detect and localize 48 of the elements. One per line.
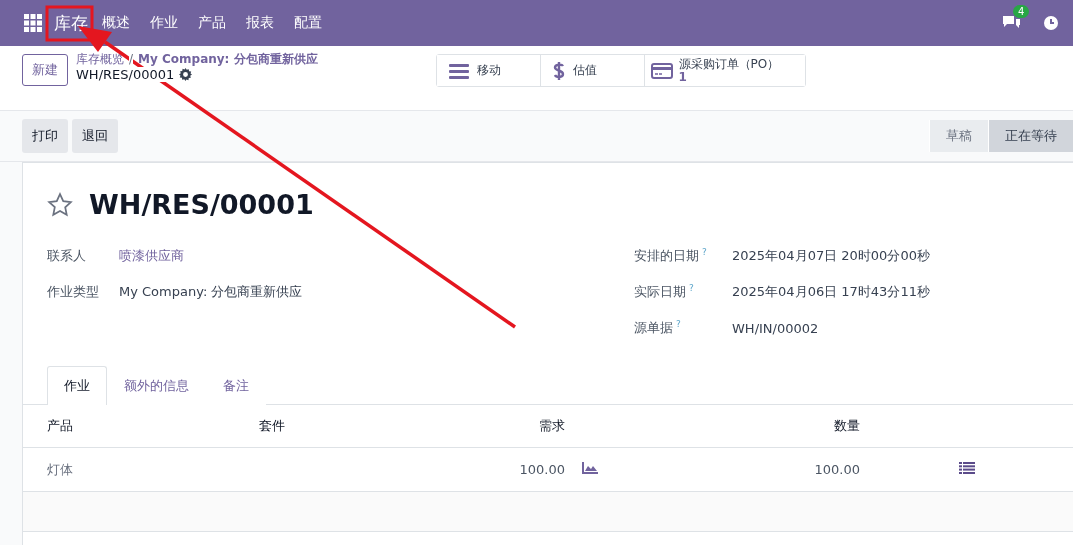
record-name: WH/RES/00001 bbox=[76, 67, 175, 82]
menu-item[interactable]: 概述 bbox=[102, 14, 130, 32]
field-label: 安排的日期 bbox=[634, 248, 699, 264]
table-cell: 100.00 bbox=[733, 447, 861, 492]
column-header[interactable]: 套件 bbox=[258, 405, 460, 448]
dollar-icon bbox=[552, 60, 565, 81]
action-button[interactable]: 退回 bbox=[72, 119, 118, 153]
help-tooltip[interactable]: ? bbox=[702, 246, 707, 257]
field-value: My Company: 分包商重新供应 bbox=[119, 283, 303, 301]
details-list-icon[interactable] bbox=[959, 462, 975, 474]
help-tooltip[interactable]: ? bbox=[689, 282, 694, 293]
menu-item[interactable]: 作业 bbox=[150, 14, 178, 32]
column-header[interactable]: 产品 bbox=[23, 405, 258, 448]
menu-item[interactable]: 配置 bbox=[294, 14, 322, 32]
breadcrumb-link[interactable]: 库存概览 bbox=[76, 52, 124, 67]
status-step[interactable]: 草稿 bbox=[929, 120, 988, 152]
field-label: 源单据 bbox=[634, 320, 673, 336]
notebook-tab[interactable]: 作业 bbox=[47, 366, 107, 405]
activity-icon[interactable] bbox=[1043, 15, 1059, 31]
credit-card-icon bbox=[650, 62, 673, 79]
breadcrumb-separator: / bbox=[129, 52, 134, 67]
field-label: 实际日期 bbox=[634, 284, 686, 300]
menu-item[interactable]: 报表 bbox=[246, 14, 274, 32]
smart-button[interactable]: 移动 bbox=[436, 55, 541, 86]
breadcrumb-link[interactable]: My Company: 分包商重新供应 bbox=[138, 52, 318, 67]
column-header[interactable]: 数量 bbox=[733, 405, 861, 448]
field-value: 2025年04月06日 17时43分11秒 bbox=[732, 283, 930, 301]
column-header[interactable]: 需求 bbox=[460, 405, 566, 448]
help-tooltip[interactable]: ? bbox=[676, 318, 681, 329]
contact-link[interactable]: 喷漆供应商 bbox=[119, 247, 184, 265]
gear-icon[interactable] bbox=[179, 68, 193, 81]
new-button[interactable]: 新建 bbox=[22, 54, 68, 86]
table-cell: 100.00 bbox=[460, 447, 566, 492]
field-value: 2025年04月07日 20时00分00秒 bbox=[732, 247, 930, 265]
highlight-frame bbox=[45, 5, 94, 42]
action-button[interactable]: 打印 bbox=[22, 119, 68, 153]
message-count-badge: 4 bbox=[1013, 5, 1030, 18]
field-value: WH/IN/00002 bbox=[732, 320, 819, 336]
status-step[interactable]: 正在等待 bbox=[988, 120, 1073, 152]
field-label: 作业类型 bbox=[47, 283, 100, 301]
apps-menu-icon[interactable] bbox=[24, 14, 42, 32]
field-label: 联系人 bbox=[47, 247, 87, 265]
area-chart-icon[interactable] bbox=[582, 462, 598, 474]
record-title: WH/RES/00001 bbox=[89, 189, 314, 220]
list-icon bbox=[448, 62, 469, 79]
menu-item[interactable]: 产品 bbox=[198, 14, 226, 32]
star-icon[interactable] bbox=[47, 191, 73, 218]
table-cell: 灯体 bbox=[23, 447, 258, 492]
